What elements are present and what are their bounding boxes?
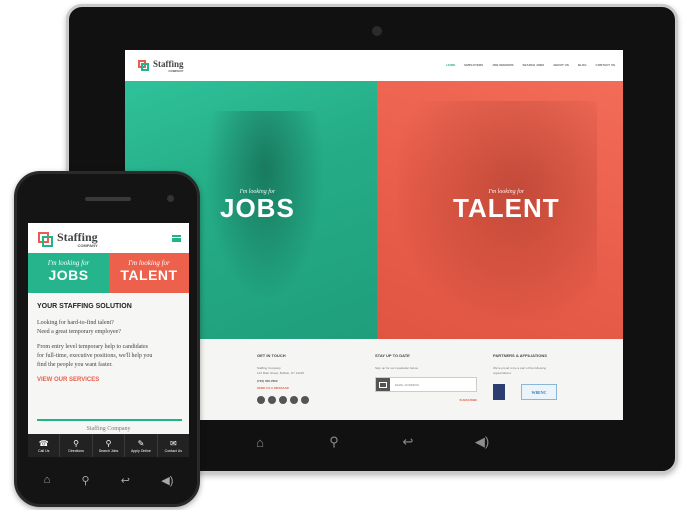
tab-label: Call Us (38, 448, 50, 453)
contact-heading: GET IN TOUCH (257, 353, 286, 358)
tablet-logo[interactable]: Staffing COMPANY (138, 59, 184, 73)
tablet-main-nav: HOME EMPLOYERS JOB SEEKERS SEARCH JOBS A… (446, 63, 615, 67)
tablet-camera (372, 26, 382, 36)
hero-jobs-lead: I'm looking for (239, 189, 276, 195)
partner-logo-asa[interactable] (493, 384, 505, 400)
back-button-icon[interactable]: ↩ (121, 474, 130, 487)
search-jobs-button[interactable]: ⚲ Search Jobs (93, 434, 126, 457)
hero-talent-panel[interactable]: I'm looking for TALENT (377, 81, 623, 339)
social-icons (257, 396, 309, 404)
footer-company-name: Staffing Company (86, 426, 131, 432)
tile-jobs-word: JOBS (48, 267, 89, 283)
content-paragraph: From entry level temporary help to candi… (37, 344, 148, 350)
footer-col-partners: PARTNERS & AFFILIATIONS We're proud to b… (493, 353, 557, 400)
wbenc-text: WBENC (531, 389, 547, 395)
phone-hero-tiles: I'm looking for JOBS I'm looking for TAL… (28, 253, 189, 293)
hero-talent-label: I'm looking for TALENT (453, 189, 560, 221)
footer-col-newsletter: STAY UP TO DATE Sign up for our newslett… (375, 353, 477, 402)
logo-subtext: COMPANY (168, 69, 184, 73)
hero-talent-lead: I'm looking for (488, 189, 525, 195)
search-button-icon[interactable]: ⚲ (297, 417, 371, 467)
call-us-button[interactable]: ☎ Call Us (28, 434, 61, 457)
back-button-icon[interactable]: ↩ (371, 417, 445, 467)
partner-logo-wbenc[interactable]: WBENC (521, 384, 557, 400)
phone-logo[interactable]: Staffing COMPANY (38, 231, 98, 248)
footer-col-contact: GET IN TOUCH Staffing Company 123 Main S… (257, 353, 309, 404)
linkedin-icon[interactable] (279, 396, 287, 404)
phone-action-bar: ☎ Call Us ⚲ Directions ⚲ Search Jobs ✎ A… (28, 434, 189, 457)
tile-talent-word: TALENT (120, 267, 178, 283)
nav-contact-us[interactable]: CONTACT US (596, 63, 615, 67)
logo-text: Staffing (57, 230, 98, 244)
tab-label: Apply Online (130, 448, 151, 453)
directions-button[interactable]: ⚲ Directions (60, 434, 93, 457)
phone-camera (167, 195, 174, 202)
search-button-icon[interactable]: ⚲ (82, 474, 90, 487)
hero-talent-word: TALENT (453, 193, 560, 223)
phone-screen: Staffing COMPANY I'm looking for JOBS I'… (28, 223, 189, 457)
search-icon: ⚲ (105, 438, 112, 448)
twitter-icon[interactable] (268, 396, 276, 404)
hamburger-menu-icon[interactable] (172, 235, 181, 242)
nav-search-jobs[interactable]: SEARCH JOBS (523, 63, 545, 67)
view-services-link[interactable]: VIEW OUR SERVICES (37, 377, 183, 383)
edit-icon: ✎ (137, 438, 145, 448)
content-paragraph: find the people you want faster. (37, 362, 113, 368)
tile-jobs[interactable]: I'm looking for JOBS (28, 253, 109, 293)
email-field[interactable]: EMAIL ADDRESS (375, 377, 477, 392)
newsletter-text: Sign up for our newsletter below (375, 366, 418, 370)
tablet-site-header: Staffing COMPANY HOME EMPLOYERS JOB SEEK… (125, 50, 623, 81)
youtube-icon[interactable] (301, 396, 309, 404)
hero-jobs-word: JOBS (220, 193, 295, 223)
tab-label: Directions (68, 448, 84, 453)
divider (37, 419, 182, 421)
envelope-icon (376, 378, 390, 391)
home-button-icon[interactable]: ⌂ (223, 417, 297, 467)
nav-blog[interactable]: BLOG (578, 63, 587, 67)
phone-site-header: Staffing COMPANY (28, 223, 189, 253)
tile-jobs-lead: I'm looking for (47, 259, 90, 267)
volume-button-icon[interactable]: ◀) (445, 417, 519, 467)
envelope-icon: ✉ (169, 438, 177, 448)
logo-mark-icon (38, 231, 54, 248)
facebook-icon[interactable] (257, 396, 265, 404)
logo-text: Staffing (153, 59, 184, 69)
send-message-link[interactable]: SEND US A MESSAGE (257, 386, 309, 390)
content-line: Need a great temporary employee? (37, 329, 121, 335)
partners-heading: PARTNERS & AFFILIATIONS (493, 353, 547, 358)
phone-icon: ☎ (38, 438, 49, 448)
volume-button-icon[interactable]: ◀) (161, 474, 173, 487)
google-plus-icon[interactable] (290, 396, 298, 404)
hero-jobs-label: I'm looking for JOBS (220, 189, 295, 221)
nav-employers[interactable]: EMPLOYERS (464, 63, 483, 67)
subscribe-button[interactable]: SUBSCRIBE (375, 398, 477, 402)
nav-about-us[interactable]: ABOUT US (553, 63, 569, 67)
tab-label: Contact Us (164, 448, 182, 453)
content-paragraph: for full-time, executive positions, we'l… (37, 353, 153, 359)
tab-label: Search Jobs (98, 448, 119, 453)
tile-talent[interactable]: I'm looking for TALENT (109, 253, 189, 293)
tile-talent-lead: I'm looking for (128, 259, 170, 267)
phone-main-content: YOUR STAFFING SOLUTION Looking for hard-… (37, 303, 183, 383)
home-button-icon[interactable]: ⌂ (44, 474, 51, 486)
map-pin-icon: ⚲ (73, 438, 80, 448)
phone-hardware-buttons: ⌂ ⚲ ↩ ◀) (28, 470, 189, 490)
apply-online-button[interactable]: ✎ Apply Online (125, 434, 158, 457)
logo-mark-icon (138, 60, 150, 72)
nav-job-seekers[interactable]: JOB SEEKERS (492, 63, 513, 67)
newsletter-heading: STAY UP TO DATE (375, 353, 410, 358)
phone-device: Staffing COMPANY I'm looking for JOBS I'… (14, 171, 200, 507)
nav-home[interactable]: HOME (446, 63, 455, 67)
contact-address: 123 Main Street, Buffalo, NY 14220 (257, 371, 305, 375)
content-line: Looking for hard-to-find talent? (37, 320, 114, 326)
partner-logos: WBENC (493, 384, 557, 400)
email-placeholder: EMAIL ADDRESS (395, 382, 420, 387)
section-heading: YOUR STAFFING SOLUTION (37, 303, 132, 310)
phone-speaker (85, 197, 131, 201)
contact-us-button[interactable]: ✉ Contact Us (158, 434, 189, 457)
contact-phone[interactable]: (716) 456-7890 (257, 379, 309, 384)
partners-text: organizations: (493, 371, 512, 375)
